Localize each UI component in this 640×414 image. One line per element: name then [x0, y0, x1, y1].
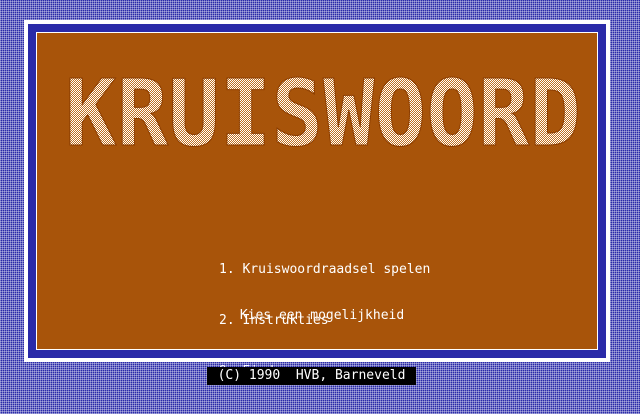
menu-item-play[interactable]: 1. Kruiswoordraadsel spelen	[219, 261, 430, 278]
game-title: KRUISWOORD	[59, 67, 587, 153]
outer-frame: KRUISWOORD 1. Kruiswoordraadsel spelen 2…	[24, 20, 610, 379]
copyright-footer: (C) 1990 HVB, Barneveld	[207, 367, 416, 385]
frame-border: KRUISWOORD 1. Kruiswoordraadsel spelen 2…	[28, 24, 606, 379]
choice-prompt: Kies een mogelijkheid	[239, 308, 405, 323]
main-panel: KRUISWOORD 1. Kruiswoordraadsel spelen 2…	[36, 32, 598, 379]
title-text: KRUISWOORD	[65, 67, 581, 153]
